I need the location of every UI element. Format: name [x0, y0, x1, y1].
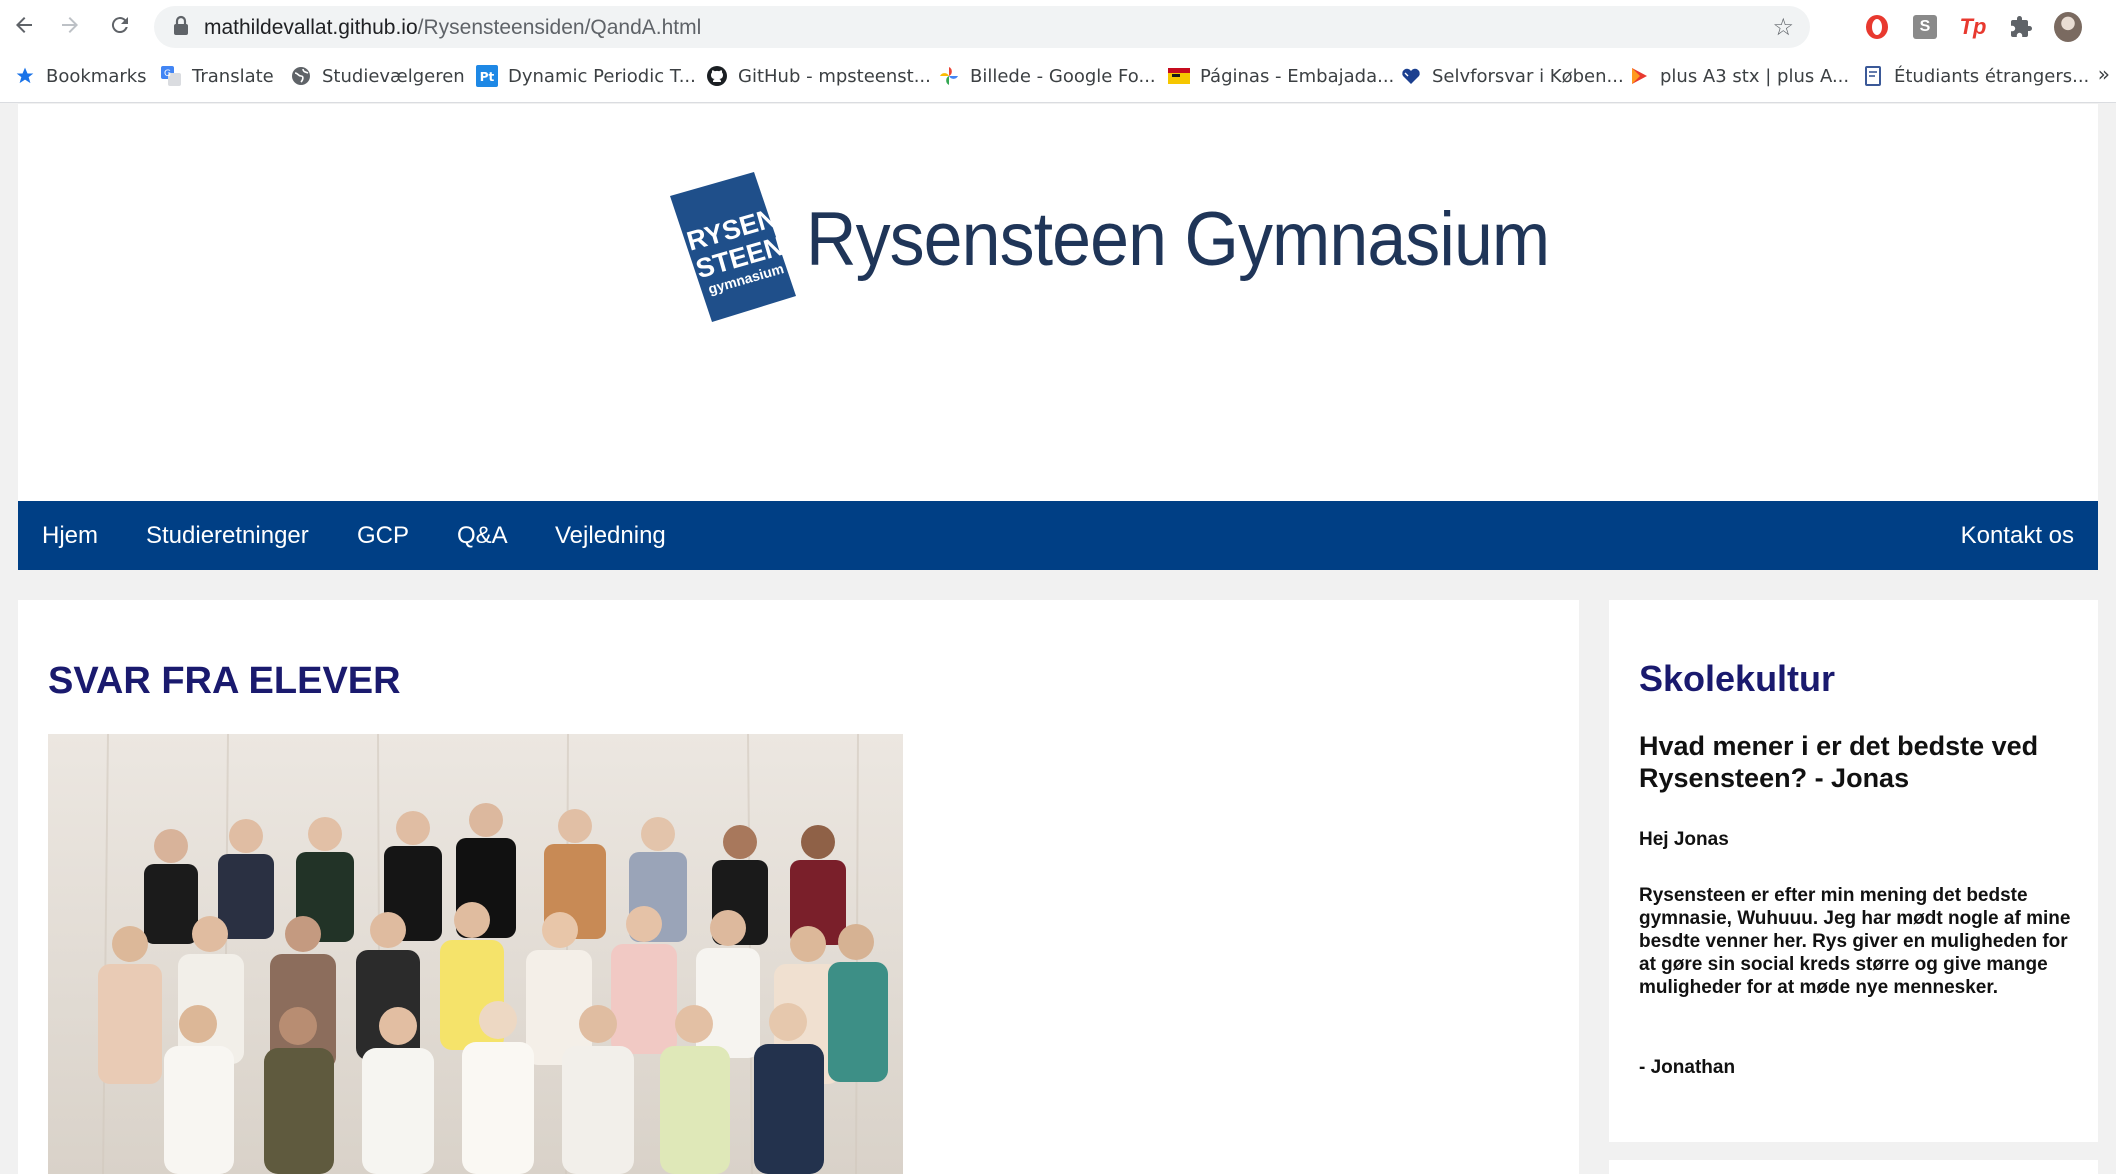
star-icon	[14, 65, 36, 87]
sidebar-card: Skolekultur Hvad mener i er det bedste v…	[1609, 600, 2098, 1142]
translate-icon: G	[160, 65, 182, 87]
s-extension-icon[interactable]: S	[1911, 13, 1939, 41]
bookmark-item[interactable]: Selvforsvar i Køben...	[1400, 62, 1624, 90]
svg-text:Pt: Pt	[480, 70, 495, 84]
browser-toolbar: mathildevallat.github.io/Rysensteensiden…	[0, 0, 2116, 55]
profile-avatar-icon[interactable]	[2054, 12, 2082, 42]
bookmark-label: Selvforsvar i Køben...	[1432, 65, 1624, 87]
bookmark-label: Bookmarks	[46, 65, 147, 87]
url-path: /Rysensteensiden/QandA.html	[417, 16, 702, 39]
puzzle-extensions-icon[interactable]	[2007, 13, 2035, 41]
class-group-photo	[48, 734, 903, 1174]
sidebar-signature: - Jonathan	[1639, 1057, 1736, 1078]
nav-studieretninger[interactable]: Studieretninger	[146, 522, 309, 550]
bookmark-item[interactable]: Bookmarks	[14, 62, 147, 90]
bookmark-star-icon[interactable]: ☆	[1772, 13, 1794, 41]
url-text[interactable]: mathildevallat.github.io/Rysensteensiden…	[204, 16, 701, 40]
url-host: mathildevallat.github.io	[204, 16, 418, 39]
bookmarks-bar: Bookmarks G Translate Studievælgeren Pt Dynam…	[0, 55, 2116, 97]
nav-qa[interactable]: Q&A	[457, 522, 508, 550]
sidebar-card-secondary	[1609, 1160, 2098, 1174]
main-navigation: Hjem Studieretninger GCP Q&A Vejledning …	[18, 501, 2098, 570]
back-arrow-icon[interactable]	[10, 11, 38, 39]
bookmark-item[interactable]: Studievælgeren	[290, 62, 465, 90]
main-content-card: SVAR FRA ELEVER	[18, 600, 1579, 1174]
page-title: SVAR FRA ELEVER	[48, 660, 401, 702]
heart-icon	[1400, 65, 1422, 87]
browser-chrome: mathildevallat.github.io/Rysensteensiden…	[0, 0, 2116, 103]
bookmark-item[interactable]: Étudiants étrangers...	[1862, 62, 2089, 90]
site-header: RYSEN STEEN gymnasium Rysensteen Gymnasi…	[18, 104, 2098, 501]
svg-text:G: G	[164, 69, 171, 79]
more-bookmarks-chevron-icon[interactable]: »	[2098, 62, 2110, 86]
school-logo-icon[interactable]: RYSEN STEEN gymnasium	[666, 164, 806, 324]
reload-icon[interactable]	[106, 11, 134, 39]
bookmark-item[interactable]: Billede - Google Fo...	[938, 62, 1156, 90]
nav-gcp[interactable]: GCP	[357, 522, 409, 550]
pt-icon: Pt	[476, 65, 498, 87]
nav-home[interactable]: Hjem	[42, 522, 98, 550]
nav-contact[interactable]: Kontakt os	[1961, 522, 2074, 550]
bookmark-label: GitHub - mpsteenst...	[738, 65, 931, 87]
flag-icon	[1168, 65, 1190, 87]
bookmark-item[interactable]: Pt Dynamic Periodic T...	[476, 62, 696, 90]
bookmark-label: Páginas - Embajada...	[1200, 65, 1395, 87]
document-icon	[1862, 65, 1884, 87]
play-icon	[1628, 65, 1650, 87]
tp-extension-icon[interactable]: Tp	[1959, 13, 1987, 41]
tp-extension-label: Tp	[1959, 14, 1987, 39]
sidebar-title: Skolekultur	[1639, 658, 1836, 699]
lock-icon	[172, 15, 194, 39]
forward-arrow-icon[interactable]	[56, 11, 84, 39]
sidebar-question: Hvad mener i er det bedste ved Rysenstee…	[1639, 731, 2039, 793]
school-name-logo[interactable]: Rysensteen Gymnasium	[806, 196, 1550, 283]
opera-icon[interactable]	[1863, 13, 1891, 41]
bookmark-item[interactable]: plus A3 stx | plus A...	[1628, 62, 1849, 90]
bookmark-label: plus A3 stx | plus A...	[1660, 65, 1850, 87]
bookmark-item[interactable]: GitHub - mpsteenst...	[706, 62, 931, 90]
address-bar[interactable]: mathildevallat.github.io/Rysensteensiden…	[154, 6, 1810, 48]
sidebar-greeting: Hej Jonas	[1639, 829, 1729, 850]
bookmark-label: Étudiants étrangers...	[1894, 65, 2090, 87]
bookmark-label: Billede - Google Fo...	[970, 65, 1156, 87]
bookmark-label: Translate	[192, 65, 274, 87]
bookmark-item[interactable]: G Translate	[160, 62, 274, 90]
bookmark-item[interactable]: Páginas - Embajada...	[1168, 62, 1394, 90]
github-icon	[706, 65, 728, 87]
nav-vejledning[interactable]: Vejledning	[555, 522, 666, 550]
google-photos-icon	[938, 65, 960, 87]
s-extension-label: S	[1913, 15, 1937, 39]
bookmark-label: Dynamic Periodic T...	[508, 65, 696, 87]
globe-icon	[290, 65, 312, 87]
bookmark-label: Studievælgeren	[322, 65, 465, 87]
sidebar-answer: Rysensteen er efter min mening det bedst…	[1639, 885, 2071, 998]
